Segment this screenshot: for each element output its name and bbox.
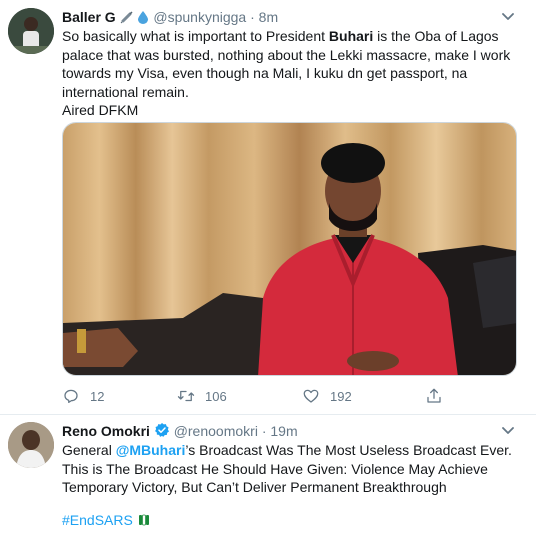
display-name[interactable]: Baller G — [62, 9, 116, 25]
fist-emoji-icon — [137, 513, 151, 531]
user-handle[interactable]: @spunkynigga — [153, 9, 246, 25]
separator-dot: · — [261, 423, 267, 439]
retweet-icon — [177, 390, 195, 402]
like-button[interactable]: 192 — [302, 386, 352, 406]
tweet-text: General @MBuhari’s Broadcast Was The Mos… — [62, 441, 522, 497]
tweet-media-image[interactable] — [62, 122, 517, 376]
chevron-down-icon[interactable] — [498, 6, 518, 26]
share-icon — [427, 388, 441, 403]
hashtag-line: #EndSARS — [62, 511, 151, 531]
tweet-text-part1: General — [62, 442, 116, 458]
chevron-down-icon[interactable] — [498, 420, 518, 440]
mention-link[interactable]: @MBuhari — [116, 442, 186, 458]
like-count: 192 — [330, 388, 352, 404]
tweet[interactable]: Reno Omokri @renoomokri · 19m General @M… — [0, 414, 536, 535]
syringe-emoji-icon — [120, 10, 134, 28]
heart-icon — [303, 389, 319, 403]
tweet-text-bold: Buhari — [328, 28, 374, 44]
separator-dot: · — [250, 9, 255, 25]
verified-badge-icon — [154, 422, 170, 442]
droplet-emoji-icon — [137, 10, 149, 28]
avatar[interactable] — [8, 422, 54, 468]
reply-count: 12 — [90, 388, 105, 404]
timestamp[interactable]: 8m — [259, 9, 278, 25]
tweet-text-part1: So basically what is important to Presid… — [62, 28, 329, 44]
reply-button[interactable]: 12 — [62, 386, 104, 406]
tweet-text: So basically what is important to Presid… — [62, 27, 522, 120]
tweet-header: Reno Omokri @renoomokri · 19m — [62, 422, 298, 440]
display-name[interactable]: Reno Omokri — [62, 423, 150, 439]
tweet[interactable]: Baller G @spunkynigga · 8m So basically … — [0, 0, 536, 415]
reply-icon — [64, 389, 78, 404]
hashtag-link[interactable]: #EndSARS — [62, 512, 133, 528]
retweet-count: 106 — [205, 388, 227, 404]
user-handle[interactable]: @renoomokri — [174, 423, 258, 439]
avatar[interactable] — [8, 8, 54, 54]
retweet-button[interactable]: 106 — [177, 386, 227, 406]
tweet-actions: 12 106 192 — [62, 386, 472, 406]
share-button[interactable] — [425, 386, 443, 406]
timestamp[interactable]: 19m — [270, 423, 297, 439]
tweet-header: Baller G @spunkynigga · 8m — [62, 8, 278, 26]
